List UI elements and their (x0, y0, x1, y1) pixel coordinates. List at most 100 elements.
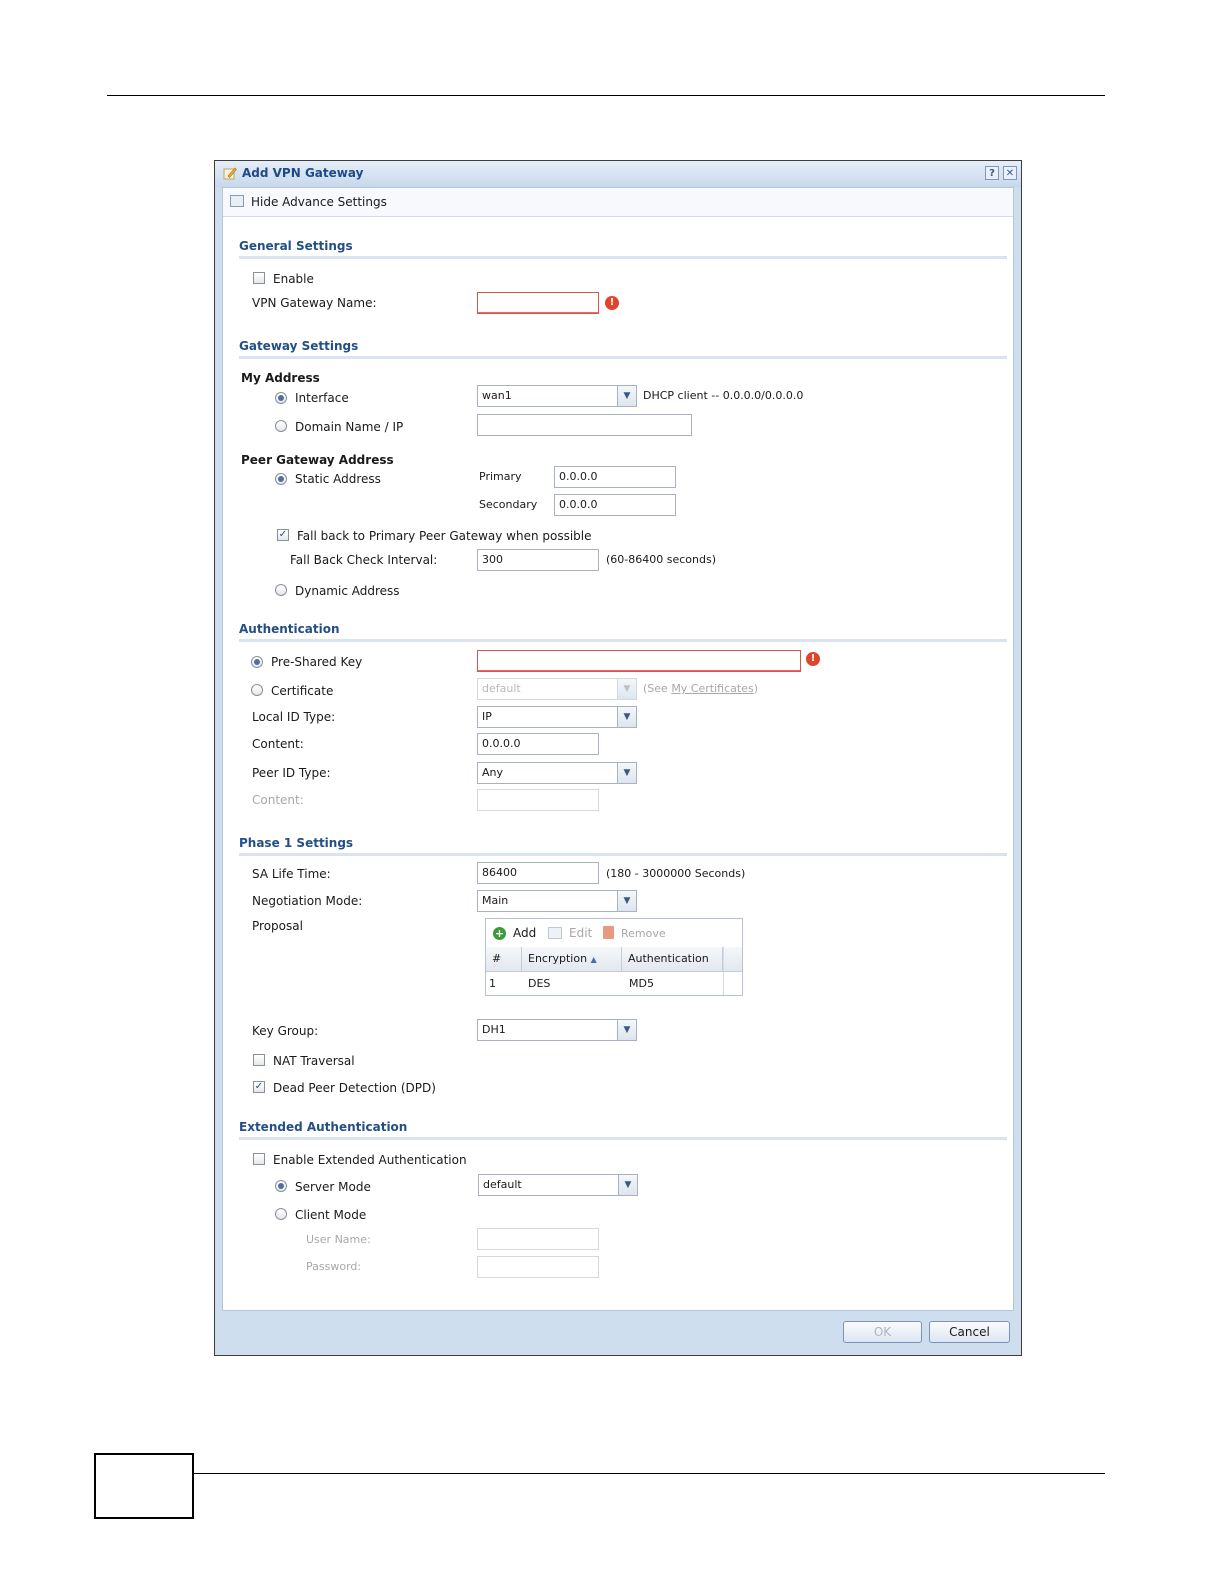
interface-label: Interface (295, 391, 349, 405)
dynamic-address-label: Dynamic Address (295, 584, 400, 598)
proposal-toolbar: + Add Edit Remove (486, 919, 742, 948)
peer-id-type-label: Peer ID Type: (252, 766, 331, 780)
psk-label: Pre-Shared Key (271, 655, 363, 669)
remove-proposal-button[interactable]: Remove (621, 927, 666, 940)
server-mode-label: Server Mode (295, 1180, 371, 1194)
section-divider (239, 853, 1007, 856)
user-name-input[interactable] (477, 1228, 599, 1250)
user-name-label: User Name: (306, 1233, 371, 1246)
add-icon: + (493, 927, 506, 940)
password-input[interactable] (477, 1256, 599, 1278)
primary-input[interactable]: 0.0.0.0 (554, 466, 676, 488)
static-address-radio[interactable] (275, 473, 287, 485)
content-input[interactable]: 0.0.0.0 (477, 733, 599, 755)
table-row[interactable]: 1 DES MD5 (486, 972, 723, 996)
interval-label: Fall Back Check Interval: (290, 553, 438, 567)
dpd-label: Dead Peer Detection (DPD) (273, 1081, 436, 1095)
edit-icon (548, 927, 562, 939)
domain-input[interactable] (477, 414, 692, 436)
chevron-down-icon: ▼ (618, 1175, 637, 1195)
peer-content-input[interactable] (477, 789, 599, 811)
chevron-down-icon: ▼ (617, 679, 636, 699)
my-certificates-link[interactable]: My Certificates (671, 682, 753, 695)
interface-info: DHCP client -- 0.0.0.0/0.0.0.0 (643, 389, 804, 402)
certificate-select[interactable]: default ▼ (477, 678, 637, 700)
gateway-name-input[interactable] (477, 292, 599, 314)
page-number-box (94, 1453, 194, 1519)
static-address-label: Static Address (295, 472, 381, 486)
trash-icon (603, 926, 614, 939)
peer-id-type-select[interactable]: Any ▼ (477, 762, 637, 784)
local-id-type-select[interactable]: IP ▼ (477, 706, 637, 728)
column-header-number[interactable]: # (486, 947, 522, 971)
section-title-authentication: Authentication (239, 622, 340, 636)
cancel-button[interactable]: Cancel (929, 1321, 1010, 1343)
ok-button[interactable]: OK (843, 1321, 922, 1343)
nat-traversal-checkbox[interactable] (253, 1054, 265, 1066)
psk-input[interactable] (477, 650, 801, 672)
password-label: Password: (306, 1260, 362, 1273)
certificate-label: Certificate (271, 684, 334, 698)
server-mode-radio[interactable] (275, 1180, 287, 1192)
enable-checkbox[interactable] (253, 272, 265, 284)
certificate-hint: (See My Certificates) (643, 682, 758, 695)
certificate-radio[interactable] (251, 684, 263, 696)
negotiation-mode-value: Main (482, 894, 509, 907)
client-mode-radio[interactable] (275, 1208, 287, 1220)
close-button[interactable]: ✕ (1003, 166, 1017, 180)
row-encryption: DES (528, 977, 551, 990)
key-group-select[interactable]: DH1 ▼ (477, 1019, 637, 1041)
server-mode-select[interactable]: default ▼ (478, 1174, 638, 1196)
grid-divider (723, 947, 724, 995)
secondary-label: Secondary (479, 498, 538, 511)
peer-content-label: Content: (252, 793, 304, 807)
section-divider (239, 639, 1007, 642)
settings-list-icon (230, 195, 244, 207)
secondary-input[interactable]: 0.0.0.0 (554, 494, 676, 516)
hide-advance-settings-button[interactable]: Hide Advance Settings (251, 195, 387, 209)
page-footer-rule (193, 1473, 1105, 1474)
local-id-type-label: Local ID Type: (252, 710, 336, 724)
column-header-authentication[interactable]: Authentication (622, 947, 723, 971)
chevron-down-icon: ▼ (617, 386, 636, 406)
error-icon: ! (605, 296, 619, 310)
enable-xauth-label: Enable Extended Authentication (273, 1153, 467, 1167)
content-label: Content: (252, 737, 304, 751)
peer-gateway-label: Peer Gateway Address (241, 453, 394, 467)
section-title-extended-auth: Extended Authentication (239, 1120, 408, 1134)
psk-radio[interactable] (251, 656, 263, 668)
key-group-label: Key Group: (252, 1024, 319, 1038)
section-title-gateway: Gateway Settings (239, 339, 359, 353)
advance-toolbar: Hide Advance Settings (223, 188, 1013, 217)
dialog-content: Hide Advance Settings General Settings E… (222, 187, 1014, 1311)
enable-xauth-checkbox[interactable] (253, 1153, 265, 1165)
gateway-name-label: VPN Gateway Name: (252, 296, 377, 310)
interface-select-value: wan1 (482, 389, 512, 402)
proposal-grid: + Add Edit Remove # Encryption ▲ Authent… (485, 918, 743, 996)
dynamic-address-radio[interactable] (275, 584, 287, 596)
dialog-titlebar: Add VPN Gateway ? ✕ (215, 161, 1021, 187)
enable-label: Enable (273, 272, 314, 286)
dialog-title: Add VPN Gateway (242, 166, 364, 180)
negotiation-mode-select[interactable]: Main ▼ (477, 890, 637, 912)
chevron-down-icon: ▼ (617, 763, 636, 783)
column-header-encryption[interactable]: Encryption ▲ (522, 947, 622, 971)
help-button[interactable]: ? (985, 166, 999, 180)
encryption-header-label: Encryption (528, 952, 588, 965)
domain-radio[interactable] (275, 420, 287, 432)
server-mode-value: default (483, 1178, 522, 1191)
chevron-down-icon: ▼ (617, 707, 636, 727)
fallback-checkbox[interactable]: ✓ (277, 529, 289, 541)
dpd-checkbox[interactable]: ✓ (253, 1081, 265, 1093)
domain-label: Domain Name / IP (295, 420, 404, 434)
client-mode-label: Client Mode (295, 1208, 367, 1222)
interface-radio[interactable] (275, 392, 287, 404)
peer-id-type-value: Any (482, 766, 504, 779)
edit-proposal-button[interactable]: Edit (569, 926, 592, 940)
interface-select[interactable]: wan1 ▼ (477, 385, 637, 407)
section-title-phase1: Phase 1 Settings (239, 836, 354, 850)
sa-life-time-input[interactable]: 86400 (477, 862, 599, 884)
add-proposal-button[interactable]: Add (513, 926, 536, 940)
row-number: 1 (489, 977, 496, 990)
interval-input[interactable]: 300 (477, 549, 599, 571)
